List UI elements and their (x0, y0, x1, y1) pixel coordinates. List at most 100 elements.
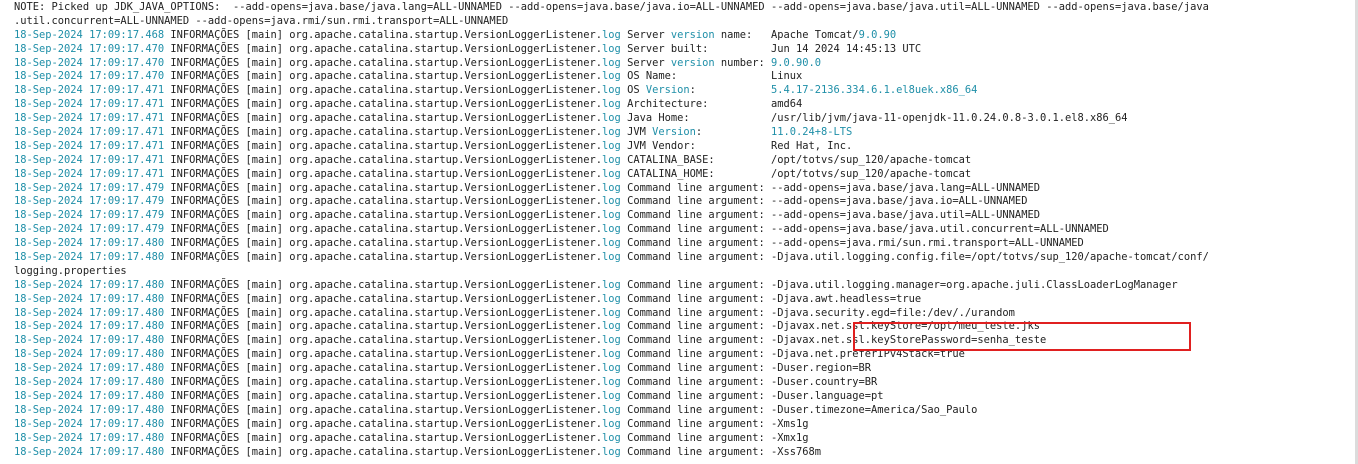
log-line: 18-Sep-2024 17:09:17.480 INFORMAÇÕES [ma… (14, 404, 1354, 418)
log-text: INFORMAÇÕES [main] org.apache.catalina.s… (164, 320, 603, 333)
log-text: INFORMAÇÕES [main] org.apache.catalina.s… (164, 28, 603, 41)
log-text: Command line argument: --add-opens=java.… (620, 237, 1084, 250)
log-keyword: version (670, 56, 715, 69)
log-timestamp: 18-Sep-2024 17:09:17.471 (14, 153, 165, 166)
log-keyword: log (602, 251, 621, 264)
log-text: .util.concurrent=ALL-UNNAMED --add-opens… (14, 14, 509, 27)
log-keyword: version (670, 28, 715, 41)
log-timestamp: 18-Sep-2024 17:09:17.471 (14, 98, 165, 111)
log-line: 18-Sep-2024 17:09:17.480 INFORMAÇÕES [ma… (14, 418, 1354, 432)
log-line: 18-Sep-2024 17:09:17.480 INFORMAÇÕES [ma… (14, 446, 1354, 460)
log-text: INFORMAÇÕES [main] org.apache.catalina.s… (164, 417, 603, 430)
log-timestamp: 18-Sep-2024 17:09:17.480 (14, 320, 165, 333)
log-timestamp: 18-Sep-2024 17:09:17.480 (14, 431, 165, 444)
log-keyword: log (602, 181, 621, 194)
log-text: OS (620, 84, 646, 97)
log-text: Command line argument: -Duser.language=p… (620, 389, 884, 402)
log-text: Command line argument: -Duser.region=BR (620, 362, 872, 375)
log-timestamp: 18-Sep-2024 17:09:17.480 (14, 237, 165, 250)
log-text: Server (620, 28, 671, 41)
log-line: 18-Sep-2024 17:09:17.480 INFORMAÇÕES [ma… (14, 376, 1354, 390)
log-line: 18-Sep-2024 17:09:17.479 INFORMAÇÕES [ma… (14, 182, 1354, 196)
log-keyword: log (602, 167, 621, 180)
log-line: 18-Sep-2024 17:09:17.480 INFORMAÇÕES [ma… (14, 390, 1354, 404)
log-line: NOTE: Picked up JDK_JAVA_OPTIONS: --add-… (14, 1, 1354, 15)
log-keyword: log (602, 112, 621, 125)
log-line: 18-Sep-2024 17:09:17.480 INFORMAÇÕES [ma… (14, 307, 1354, 321)
log-text: INFORMAÇÕES [main] org.apache.catalina.s… (164, 126, 603, 139)
log-keyword: Version (645, 84, 690, 97)
log-text: Command line argument: --add-opens=java.… (620, 209, 1040, 222)
log-line: 18-Sep-2024 17:09:17.468 INFORMAÇÕES [ma… (14, 29, 1354, 43)
log-timestamp: 18-Sep-2024 17:09:17.480 (14, 445, 165, 458)
log-text: number: (714, 56, 771, 69)
log-text: INFORMAÇÕES [main] org.apache.catalina.s… (164, 84, 603, 97)
log-timestamp: 18-Sep-2024 17:09:17.480 (14, 348, 165, 361)
log-text: Command line argument: -Xms1g (620, 417, 809, 430)
log-timestamp: 18-Sep-2024 17:09:17.468 (14, 28, 165, 41)
log-keyword: log (602, 42, 621, 55)
log-text: Java Home: /usr/lib/jvm/java-11-openjdk-… (620, 112, 1128, 125)
log-keyword: log (602, 334, 621, 347)
log-text: JVM Vendor: Red Hat, Inc. (620, 139, 853, 152)
log-text: Command line argument: -Djava.util.loggi… (620, 251, 1209, 264)
log-keyword: log (602, 278, 621, 291)
log-text: INFORMAÇÕES [main] org.apache.catalina.s… (164, 139, 603, 152)
log-line: 18-Sep-2024 17:09:17.479 INFORMAÇÕES [ma… (14, 209, 1354, 223)
log-keyword: log (602, 139, 621, 152)
log-line: 18-Sep-2024 17:09:17.471 INFORMAÇÕES [ma… (14, 140, 1354, 154)
log-timestamp: 18-Sep-2024 17:09:17.480 (14, 306, 165, 319)
log-timestamp: 18-Sep-2024 17:09:17.471 (14, 84, 165, 97)
log-line: 18-Sep-2024 17:09:17.479 INFORMAÇÕES [ma… (14, 223, 1354, 237)
log-line: logging.properties (14, 265, 1354, 279)
log-timestamp: 18-Sep-2024 17:09:17.471 (14, 139, 165, 152)
log-keyword: 9.0.90 (858, 28, 897, 41)
log-keyword: log (602, 376, 621, 389)
log-keyword: log (602, 389, 621, 402)
log-keyword: log (602, 209, 621, 222)
log-timestamp: 18-Sep-2024 17:09:17.470 (14, 42, 165, 55)
log-timestamp: 18-Sep-2024 17:09:17.471 (14, 167, 165, 180)
log-text: INFORMAÇÕES [main] org.apache.catalina.s… (164, 362, 603, 375)
log-timestamp: 18-Sep-2024 17:09:17.479 (14, 223, 165, 236)
log-keyword: Version (652, 126, 696, 139)
log-text: OS Name: Linux (620, 70, 803, 83)
log-keyword: log (602, 431, 621, 444)
log-text: INFORMAÇÕES [main] org.apache.catalina.s… (164, 389, 603, 402)
log-text: Command line argument: --add-opens=java.… (620, 195, 1028, 208)
log-line: 18-Sep-2024 17:09:17.479 INFORMAÇÕES [ma… (14, 195, 1354, 209)
log-line: 18-Sep-2024 17:09:17.470 INFORMAÇÕES [ma… (14, 57, 1354, 71)
log-text: INFORMAÇÕES [main] org.apache.catalina.s… (164, 306, 603, 319)
log-timestamp: 18-Sep-2024 17:09:17.479 (14, 195, 165, 208)
log-keyword: log (602, 417, 621, 430)
log-text: Command line argument: -Xmx1g (620, 431, 809, 444)
log-timestamp: 18-Sep-2024 17:09:17.470 (14, 70, 165, 83)
log-text: logging.properties (14, 264, 127, 277)
log-line: 18-Sep-2024 17:09:17.471 INFORMAÇÕES [ma… (14, 112, 1354, 126)
log-keyword: log (602, 237, 621, 250)
log-text: INFORMAÇÕES [main] org.apache.catalina.s… (164, 167, 603, 180)
log-line: 18-Sep-2024 17:09:17.480 INFORMAÇÕES [ma… (14, 293, 1354, 307)
log-timestamp: 18-Sep-2024 17:09:17.470 (14, 56, 165, 69)
log-keyword: log (602, 98, 621, 111)
log-timestamp: 18-Sep-2024 17:09:17.480 (14, 389, 165, 402)
log-text: INFORMAÇÕES [main] org.apache.catalina.s… (164, 445, 603, 458)
log-text: Command line argument: --add-opens=java.… (620, 181, 1040, 194)
log-keyword: 11.0.24+8-LTS (770, 126, 853, 139)
log-line: 18-Sep-2024 17:09:17.470 INFORMAÇÕES [ma… (14, 70, 1354, 84)
log-line: 18-Sep-2024 17:09:17.480 INFORMAÇÕES [ma… (14, 362, 1354, 376)
highlight-box (853, 322, 1191, 351)
log-output: NOTE: Picked up JDK_JAVA_OPTIONS: --add-… (14, 1, 1354, 459)
log-text: CATALINA_BASE: /opt/totvs/sup_120/apache… (620, 153, 972, 166)
log-text: INFORMAÇÕES [main] org.apache.catalina.s… (164, 209, 603, 222)
log-text: Server (620, 56, 671, 69)
log-keyword: log (602, 348, 621, 361)
log-timestamp: 18-Sep-2024 17:09:17.480 (14, 362, 165, 375)
log-text: : (695, 126, 771, 139)
log-timestamp: 18-Sep-2024 17:09:17.479 (14, 181, 165, 194)
log-line: 18-Sep-2024 17:09:17.480 INFORMAÇÕES [ma… (14, 432, 1354, 446)
log-line: 18-Sep-2024 17:09:17.471 INFORMAÇÕES [ma… (14, 98, 1354, 112)
log-keyword: 9.0.90.0 (770, 56, 822, 69)
log-keyword: log (602, 306, 621, 319)
log-line: 18-Sep-2024 17:09:17.471 INFORMAÇÕES [ma… (14, 126, 1354, 140)
